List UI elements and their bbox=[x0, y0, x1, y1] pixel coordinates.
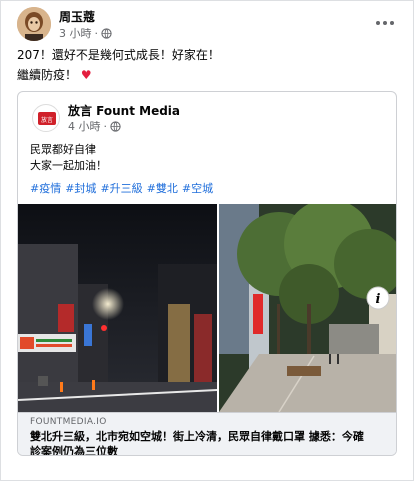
hashtag[interactable]: #升三級 bbox=[100, 180, 142, 196]
hashtag[interactable]: #疫情 bbox=[30, 180, 61, 196]
author-name[interactable]: 周玉蔻 bbox=[59, 8, 95, 25]
shared-message: 民眾都好自律 大家一起加油！ bbox=[30, 142, 107, 174]
more-options-icon[interactable] bbox=[373, 13, 397, 33]
globe-icon bbox=[101, 27, 112, 39]
night-street-photo[interactable] bbox=[18, 204, 217, 412]
shared-post[interactable]: 放言 放言 Fount Media 4 小時 · 民眾都好自律 大家一起加油！ … bbox=[17, 91, 397, 456]
hashtags: #疫情 #封城 #升三級 #雙北 #空城 bbox=[30, 180, 213, 196]
info-icon[interactable]: i bbox=[366, 286, 390, 310]
shared-meta: 4 小時 · bbox=[68, 118, 121, 134]
shared-text-line-1: 民眾都好自律 bbox=[30, 143, 96, 156]
hashtag[interactable]: #雙北 bbox=[147, 180, 178, 196]
post-text-line-1: 207！還好不是幾何式成長！好家在！ bbox=[17, 48, 220, 62]
shared-time[interactable]: 4 小時 bbox=[68, 118, 101, 134]
link-domain: FOUNTMEDIA.IO bbox=[30, 417, 107, 427]
link-preview-images[interactable] bbox=[18, 204, 396, 412]
hashtag[interactable]: #空城 bbox=[182, 180, 213, 196]
post-meta: 3 小時 · bbox=[59, 25, 112, 41]
post-text-line-2: 繼續防疫！ ♥ bbox=[17, 68, 92, 82]
globe-icon bbox=[110, 120, 121, 132]
shared-author-name[interactable]: 放言 Fount Media bbox=[68, 102, 180, 119]
post-message: 207！還好不是幾何式成長！好家在！ 繼續防疫！ ♥ bbox=[17, 45, 220, 85]
svg-text:i: i bbox=[376, 292, 381, 307]
hashtag[interactable]: #封城 bbox=[65, 180, 96, 196]
facebook-post: 周玉蔻 3 小時 · 207！還好不是幾何式成長！好家在！ 繼續防疫！ ♥ 放言… bbox=[0, 0, 414, 481]
shared-logo-text: 放言 bbox=[41, 116, 53, 124]
shared-text-line-2: 大家一起加油！ bbox=[30, 159, 107, 172]
author-avatar[interactable] bbox=[17, 7, 51, 41]
link-preview-footer[interactable]: FOUNTMEDIA.IO 雙北升三級，北市宛如空城！街上冷清，民眾自律戴口罩 … bbox=[18, 412, 396, 455]
post-header: 周玉蔻 3 小時 · bbox=[17, 7, 397, 43]
shared-author-avatar[interactable]: 放言 bbox=[32, 104, 60, 132]
heart-icon: ♥ bbox=[80, 68, 92, 82]
link-title[interactable]: 雙北升三級，北市宛如空城！街上冷清，民眾自律戴口罩 據悉：今確診案例仍為三位數 bbox=[30, 429, 370, 455]
post-time[interactable]: 3 小時 bbox=[59, 25, 92, 41]
